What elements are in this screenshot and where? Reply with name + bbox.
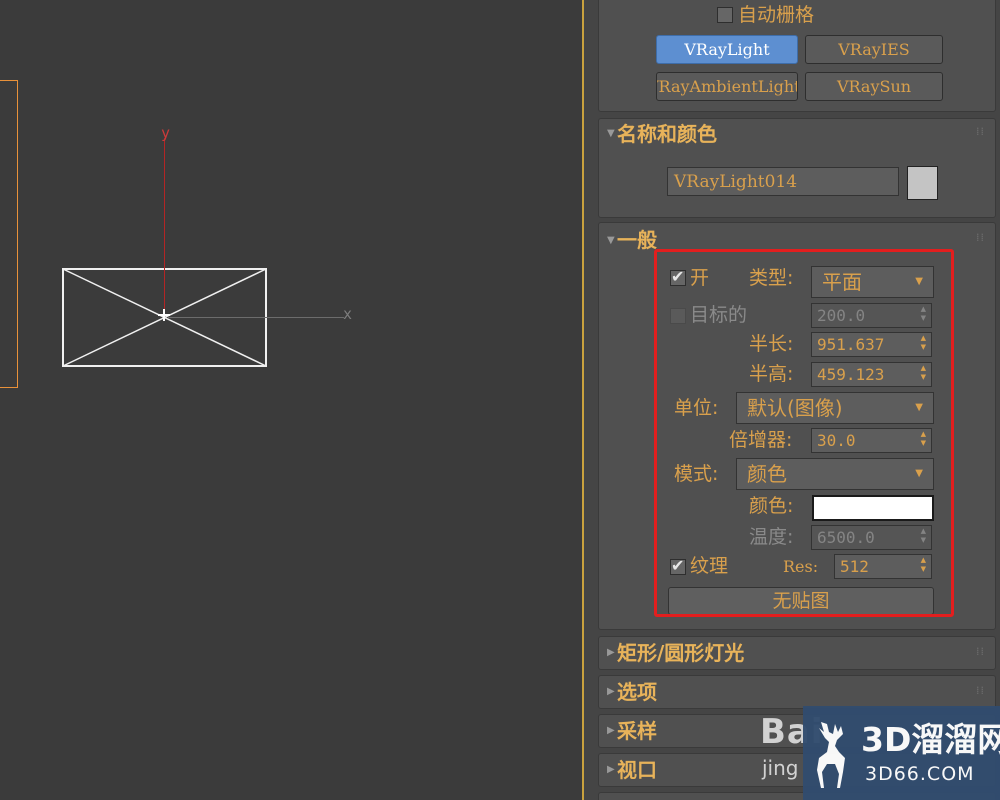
grip-icon[interactable]: ⁞⁞ — [976, 231, 985, 244]
vrayies-button[interactable]: VRayIES — [805, 35, 943, 64]
grip-icon[interactable]: ⁞⁞ — [976, 125, 985, 138]
command-panel: 自动栅格 VRayLight VRayIES VRayAmbientLight … — [584, 0, 1000, 800]
vraysun-button[interactable]: VRaySun — [805, 72, 943, 101]
mode-label: 模式: — [674, 463, 719, 485]
site-logo: 3D溜溜网 3D66.COM — [803, 706, 1000, 800]
options-title[interactable]: 选项 — [617, 679, 657, 705]
x-axis — [168, 317, 344, 318]
grip-icon[interactable]: ⁞⁞ — [976, 684, 985, 697]
type-label: 类型: — [749, 267, 794, 289]
spinner-arrows-icon[interactable]: ▲ ▼ — [921, 364, 926, 382]
half-length-value: 951.637 — [817, 335, 885, 354]
color-label: 颜色: — [749, 495, 794, 517]
object-name-input[interactable]: VRayLight014 — [667, 167, 899, 196]
y-axis-label: y — [161, 124, 171, 142]
target-distance-value: 200.0 — [817, 306, 866, 325]
pivot-icon — [158, 309, 170, 321]
name-color-title[interactable]: 名称和颜色 — [617, 121, 717, 147]
targeted-checkbox[interactable] — [670, 308, 686, 324]
spinner-arrows-icon[interactable]: ▲ ▼ — [921, 334, 926, 352]
dropdown-caret-icon: ▼ — [915, 402, 923, 413]
expand-arrow-icon[interactable]: ▶ — [607, 764, 615, 775]
autogrid-label: 自动栅格 — [738, 4, 815, 26]
y-axis — [164, 138, 165, 316]
vraylight-button[interactable]: VRayLight — [656, 35, 798, 64]
targeted-label: 目标的 — [690, 304, 748, 326]
texture-label: 纹理 — [690, 555, 729, 577]
autogrid-checkbox[interactable] — [717, 7, 733, 23]
on-checkbox[interactable]: ✔ — [670, 267, 686, 286]
multiplier-value: 30.0 — [817, 431, 856, 450]
collapse-arrow-icon[interactable]: ▼ — [607, 235, 615, 246]
expand-arrow-icon[interactable]: ▶ — [607, 647, 615, 658]
rect-disc-light-rollout[interactable]: ▶ 矩形/圆形灯光 ⁞⁞ — [598, 636, 996, 670]
x-axis-label: x — [343, 305, 353, 323]
grip-icon[interactable]: ⁞⁞ — [976, 645, 985, 658]
dropdown-caret-icon: ▼ — [915, 276, 923, 287]
viewport-title[interactable]: 视口 — [617, 757, 657, 783]
type-value: 平面 — [822, 270, 862, 294]
half-height-value: 459.123 — [817, 365, 885, 384]
spinner-arrows-icon[interactable]: ▲ ▼ — [921, 527, 926, 545]
vrayambientlight-button[interactable]: VRayAmbientLight — [656, 72, 798, 101]
logo-url: 3D66.COM — [865, 763, 975, 785]
units-label: 单位: — [674, 397, 719, 419]
object-type-rollout: 自动栅格 VRayLight VRayIES VRayAmbientLight … — [598, 0, 996, 112]
expand-arrow-icon[interactable]: ▶ — [607, 686, 615, 697]
type-dropdown[interactable]: 平面 ▼ — [811, 266, 934, 298]
temperature-value: 6500.0 — [817, 528, 875, 547]
rect-disc-light-title[interactable]: 矩形/圆形灯光 — [617, 640, 744, 666]
spinner-arrows-icon[interactable]: ▲ ▼ — [921, 305, 926, 323]
logo-title: 3D溜溜网 — [861, 720, 1000, 759]
res-value: 512 — [840, 557, 869, 576]
dropdown-caret-icon: ▼ — [915, 468, 923, 479]
general-title[interactable]: 一般 — [617, 227, 657, 253]
no-map-button[interactable]: 无贴图 — [668, 587, 934, 615]
half-length-spinner[interactable]: 951.637 ▲ ▼ — [811, 332, 932, 357]
expand-arrow-icon[interactable]: ▶ — [607, 725, 615, 736]
units-dropdown[interactable]: 默认(图像) ▼ — [736, 392, 934, 424]
res-label: Res: — [783, 557, 819, 576]
target-distance-spinner[interactable]: 200.0 ▲ ▼ — [811, 303, 932, 328]
baidu-watermark-sub: jing — [762, 756, 799, 780]
mode-dropdown[interactable]: 颜色 ▼ — [736, 458, 934, 490]
collapse-arrow-icon[interactable]: ▼ — [607, 128, 615, 139]
options-rollout[interactable]: ▶ 选项 ⁞⁞ — [598, 675, 996, 709]
deer-logo-icon — [817, 722, 845, 788]
res-spinner[interactable]: 512 ▲ ▼ — [834, 554, 932, 579]
on-label: 开 — [690, 267, 710, 289]
selected-object-outline — [0, 80, 18, 388]
mode-value: 颜色 — [747, 462, 787, 486]
multiplier-spinner[interactable]: 30.0 ▲ ▼ — [811, 428, 932, 453]
units-value: 默认(图像) — [747, 396, 843, 420]
light-color-swatch[interactable] — [812, 495, 934, 521]
viewport[interactable]: y x — [0, 0, 582, 800]
sampling-title[interactable]: 采样 — [617, 718, 657, 744]
temperature-spinner[interactable]: 6500.0 ▲ ▼ — [811, 525, 932, 550]
spinner-arrows-icon[interactable]: ▲ ▼ — [921, 556, 926, 574]
object-color-swatch[interactable] — [907, 166, 938, 200]
texture-checkbox[interactable]: ✔ — [670, 556, 686, 575]
temperature-label: 温度: — [749, 526, 794, 548]
multiplier-label: 倍增器: — [729, 429, 793, 451]
half-height-label: 半高: — [749, 363, 794, 385]
spinner-arrows-icon[interactable]: ▲ ▼ — [921, 430, 926, 448]
half-length-label: 半长: — [749, 333, 794, 355]
half-height-spinner[interactable]: 459.123 ▲ ▼ — [811, 362, 932, 387]
